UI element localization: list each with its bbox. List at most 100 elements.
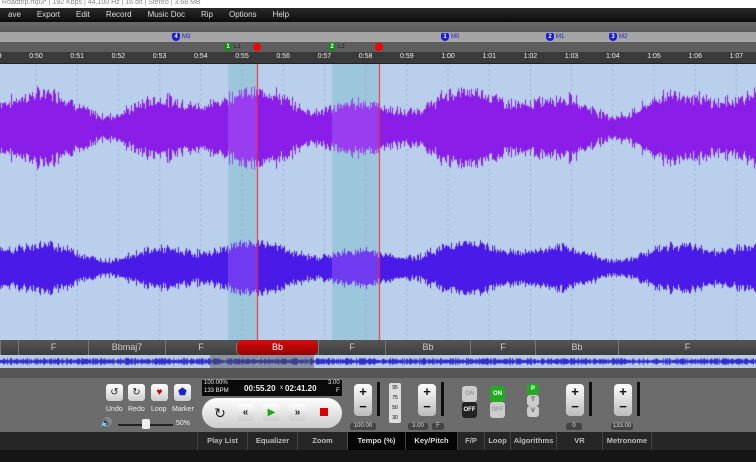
algorithm-p[interactable]: P [527, 384, 539, 395]
menu-export[interactable]: Export [29, 8, 68, 22]
loop-l1-end-icon[interactable] [253, 43, 261, 51]
tab-metronome[interactable]: Metronome [602, 432, 652, 450]
pitch-slider[interactable] [441, 382, 444, 416]
tempo-stepper[interactable]: + − [354, 384, 372, 416]
marker-m3[interactable]: 4 M3 [172, 33, 190, 41]
metronome-value[interactable]: 133.00 [611, 423, 633, 430]
marker-label: M3 [182, 34, 191, 40]
chord-segment[interactable] [0, 340, 18, 355]
toolbar-strip [0, 22, 756, 32]
ruler-tick: 0:53 [152, 53, 167, 60]
loop-l1-start[interactable]: 1 L1 [224, 43, 241, 51]
tab-tempo[interactable]: Tempo (%) [347, 432, 405, 450]
marker-m0[interactable]: 1 M0 [441, 33, 459, 41]
redo-icon[interactable]: ↻ [128, 384, 145, 401]
ruler-tick: 0:58 [358, 53, 373, 60]
pitch-key[interactable]: F [432, 423, 444, 430]
metronome-stepper[interactable]: + − [614, 384, 632, 416]
tab-fp[interactable]: F/P [457, 432, 484, 450]
chord-segment[interactable]: F [318, 340, 385, 355]
window-title: Roadtrip.mp3* | 192 Kbps | 44,100 Hz | 1… [0, 0, 756, 8]
tempo-preset-95[interactable]: 95 [389, 383, 401, 393]
ruler-tick: 1:07 [729, 53, 744, 60]
menu-edit[interactable]: Edit [68, 8, 98, 22]
repeat-icon[interactable]: ↻ [210, 403, 230, 423]
stop-icon[interactable] [320, 408, 328, 416]
loop-bar[interactable]: 1 L1 2 L2 [0, 42, 756, 52]
marker-m2[interactable]: 3 M2 [609, 33, 627, 41]
tempo-slider[interactable] [377, 382, 380, 416]
pitch-stepper[interactable]: + − [418, 384, 436, 416]
tab-zoom[interactable]: Zoom [297, 432, 347, 450]
tempo-preset-30[interactable]: 30 [389, 413, 401, 423]
chord-segment[interactable]: F [470, 340, 535, 355]
play-icon[interactable]: ▶ [263, 404, 280, 421]
fp-on-button[interactable]: ON [462, 386, 477, 402]
loop-on-button[interactable]: ON [490, 386, 505, 402]
tab-loop[interactable]: Loop [484, 432, 510, 450]
tempo-preset-50[interactable]: 50 [389, 403, 401, 413]
tempo-preset-75[interactable]: 75 [389, 393, 401, 403]
key-readout: F [336, 388, 340, 394]
status-strip [0, 450, 756, 462]
rewind-icon[interactable]: « [237, 404, 254, 421]
loop-off-button[interactable]: OFF [490, 402, 505, 418]
chord-segment[interactable]: F [165, 340, 236, 355]
speaker-icon[interactable]: 🔊 [100, 418, 112, 429]
overview-viewport[interactable] [210, 355, 314, 368]
transport-bar: ↻ « ▶ » [202, 398, 342, 428]
tab-equalizer[interactable]: Equalizer [247, 432, 297, 450]
vr-slider[interactable] [589, 382, 592, 416]
loop-icon[interactable]: ♥ [151, 384, 168, 401]
ruler-tick: 1:00 [441, 53, 455, 60]
tab-key-pitch[interactable]: Key/Pitch [405, 432, 457, 450]
pitch-value[interactable]: 3.00 [408, 423, 428, 430]
marker-bar[interactable]: 4 M3 1 M0 2 M1 3 M2 [0, 32, 756, 42]
loop-l2-start[interactable]: 2 L2 [328, 43, 345, 51]
tempo-value[interactable]: 100.00 [350, 423, 376, 430]
menu-music-doc[interactable]: Music Doc [140, 8, 193, 22]
marker-icon[interactable]: ⬟ [174, 384, 191, 401]
separator: x [280, 385, 283, 391]
algorithm-v[interactable]: V [527, 406, 539, 417]
chord-segment[interactable]: Bbmaj7 [88, 340, 165, 355]
marker-m1[interactable]: 2 M1 [546, 33, 564, 41]
menu-save[interactable]: ave [0, 8, 29, 22]
loop-l2-end-icon[interactable] [375, 43, 383, 51]
chord-segment[interactable]: Bb [535, 340, 618, 355]
algorithm-t[interactable]: T [527, 395, 539, 406]
menu-help[interactable]: Help [265, 8, 297, 22]
time-display: 100.00% 133 BPM 00:55.20 x 02:41.20 3.00… [202, 380, 342, 396]
ruler-tick: 0:57 [317, 53, 332, 60]
volume-slider-thumb[interactable] [141, 419, 150, 429]
loop-label: L2 [338, 44, 345, 50]
vr-stepper[interactable]: + − [566, 384, 584, 416]
ruler-tick: 0:51 [70, 53, 84, 60]
undo-icon[interactable]: ↺ [106, 384, 123, 401]
metronome-slider[interactable] [637, 382, 640, 416]
time-ruler[interactable]: 0:49 0:50 0:51 0:52 0:53 0:54 0:55 0:56 0:57 0:58… [0, 52, 756, 64]
key-value-readout: 3.00 [328, 380, 340, 386]
fast-forward-icon[interactable]: » [289, 404, 306, 421]
vr-value[interactable]: 0 [566, 423, 582, 430]
tab-algorithms[interactable]: Algorithms [510, 432, 556, 450]
marker-label: Marker [172, 406, 194, 413]
tempo-presets: 95 75 50 30 [389, 383, 401, 423]
menu-record[interactable]: Record [98, 8, 140, 22]
loop-pin-icon: 1 [224, 43, 232, 51]
menu-rip[interactable]: Rip [193, 8, 221, 22]
overview-waveform[interactable] [0, 355, 756, 368]
chord-segment[interactable]: F [18, 340, 88, 355]
marker-pin-icon: 3 [609, 33, 617, 41]
tab-vr[interactable]: VR [556, 432, 602, 450]
menu-options[interactable]: Options [221, 8, 265, 22]
chord-segment[interactable]: Bb [385, 340, 470, 355]
fp-off-button[interactable]: OFF [462, 402, 477, 418]
ruler-tick: 1:01 [482, 53, 496, 60]
marker-pin-icon: 2 [546, 33, 554, 41]
chord-segment[interactable]: F [618, 340, 756, 355]
waveform[interactable] [0, 64, 756, 340]
chord-segment[interactable]: Bb [236, 340, 318, 355]
tab-play-list[interactable]: Play List [197, 432, 247, 450]
marker-pin-icon: 4 [172, 33, 180, 41]
